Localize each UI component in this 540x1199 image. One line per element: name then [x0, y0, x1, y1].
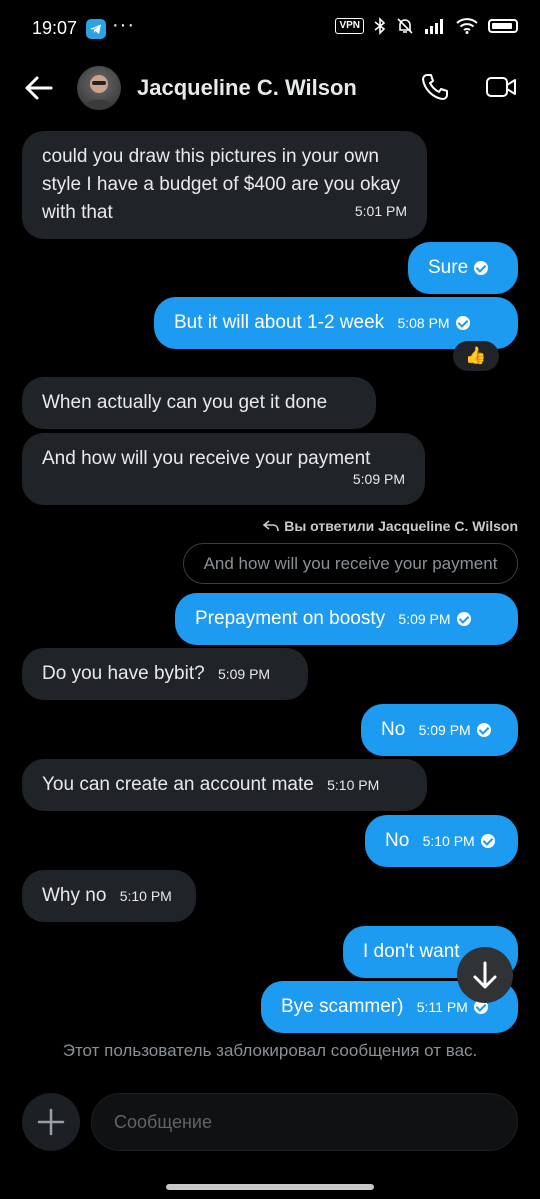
- back-arrow-icon[interactable]: [24, 74, 54, 102]
- message-text: could you draw this pictures in your own…: [42, 146, 401, 223]
- message-text: And how will you receive your payment: [42, 448, 371, 469]
- message-time: 5:09 PM: [398, 611, 451, 627]
- more-notifications-icon: ···: [112, 14, 135, 36]
- status-bar: 19:07 ··· VPN: [0, 0, 540, 58]
- message-text: Prepayment on boosty: [195, 608, 386, 629]
- signal-icon: [425, 19, 443, 34]
- message-time: 5:09 PM: [352, 471, 405, 487]
- message-time: 5:09 PM: [418, 722, 471, 738]
- message-bubble-incoming[interactable]: When actually can you get it done: [22, 377, 376, 429]
- reply-arrow-icon: [262, 520, 280, 532]
- bluetooth-icon: [374, 17, 386, 35]
- vpn-indicator: VPN: [335, 18, 364, 34]
- message-bubble-incoming[interactable]: And how will you receive your payment 5:…: [22, 433, 425, 505]
- message-text: When actually can you get it done: [42, 392, 328, 413]
- chat-header: Jacqueline C. Wilson: [0, 58, 540, 118]
- message-bubble-outgoing[interactable]: Prepayment on boosty 5:09 PM: [175, 593, 518, 645]
- message-text: But it will about 1-2 week: [174, 312, 385, 333]
- arrow-down-icon: [473, 961, 497, 989]
- message-text: Do you have bybit?: [42, 663, 205, 684]
- phone-icon[interactable]: [420, 72, 450, 107]
- scroll-to-bottom-button[interactable]: [457, 947, 513, 1003]
- reply-note: Вы ответили Jacqueline C. Wilson: [262, 518, 518, 534]
- read-check-icon: [480, 834, 495, 848]
- message-bubble-outgoing[interactable]: Sure: [408, 242, 518, 294]
- quoted-message[interactable]: And how will you receive your payment: [183, 543, 518, 584]
- telegram-icon: [86, 19, 106, 39]
- message-bubble-incoming[interactable]: Do you have bybit? 5:09 PM: [22, 648, 308, 700]
- video-call-icon[interactable]: [485, 74, 517, 105]
- read-check-icon: [474, 261, 489, 275]
- wifi-icon: [456, 18, 478, 34]
- message-text: No: [381, 719, 406, 740]
- message-time: 5:10 PM: [327, 777, 380, 793]
- thumbs-up-reaction[interactable]: 👍: [453, 341, 499, 371]
- plus-icon: [37, 1108, 65, 1136]
- message-input[interactable]: Сообщение: [91, 1093, 518, 1151]
- read-check-icon: [455, 316, 470, 330]
- read-check-icon: [456, 612, 471, 626]
- message-time: 5:01 PM: [354, 203, 407, 219]
- attach-button[interactable]: [22, 1093, 80, 1151]
- message-time: 5:08 PM: [397, 315, 450, 331]
- home-indicator[interactable]: [166, 1184, 374, 1190]
- message-time: 5:09 PM: [217, 666, 271, 682]
- message-text: No: [385, 830, 410, 851]
- message-time: 5:10 PM: [422, 833, 475, 849]
- message-bubble-outgoing[interactable]: No 5:10 PM: [365, 815, 518, 867]
- status-time: 19:07: [32, 18, 78, 38]
- message-bubble-incoming[interactable]: Why no 5:10 PM: [22, 870, 196, 922]
- blocked-notice: Этот пользователь заблокировал сообщения…: [62, 1041, 478, 1060]
- message-text: Why no: [42, 885, 107, 906]
- mute-bell-icon: [397, 18, 413, 34]
- message-text: You can create an account mate: [42, 774, 314, 795]
- message-bubble-incoming[interactable]: could you draw this pictures in your own…: [22, 131, 427, 239]
- message-text: I don't want: [363, 941, 460, 962]
- message-bubble-incoming[interactable]: You can create an account mate 5:10 PM: [22, 759, 427, 811]
- message-text: Bye scammer): [281, 996, 404, 1017]
- message-text: Sure: [428, 257, 469, 278]
- read-check-icon: [476, 723, 491, 737]
- avatar[interactable]: [77, 66, 121, 110]
- message-time: 5:10 PM: [119, 888, 172, 904]
- message-bubble-outgoing[interactable]: No 5:09 PM: [361, 704, 518, 756]
- contact-name[interactable]: Jacqueline C. Wilson: [137, 75, 357, 101]
- battery-icon: [488, 19, 518, 33]
